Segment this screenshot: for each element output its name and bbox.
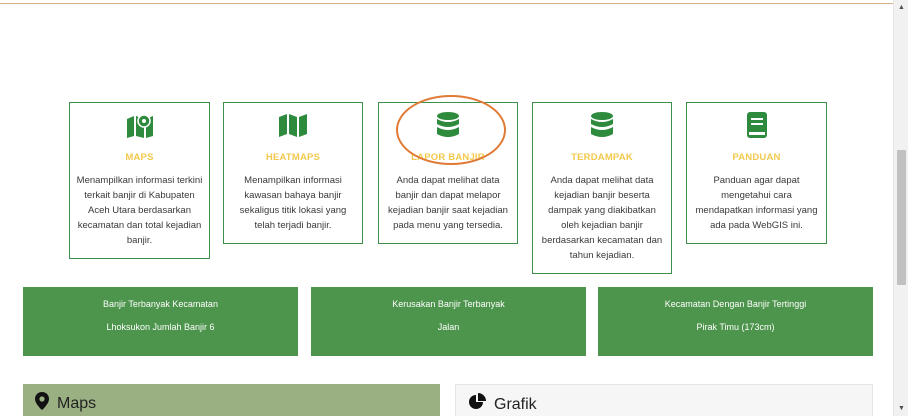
card-description: Anda dapat melihat data banjir dan dapat… [388,175,508,231]
annotation-circle [396,95,506,165]
map-marker-icon [35,392,49,415]
maps-panel-title: Maps [57,394,97,412]
scroll-thumb[interactable] [897,150,906,285]
card-description: Menampilkan informasi terkini terkait ba… [76,175,203,246]
stat-value: Jalan [437,322,460,332]
card-heatmaps[interactable]: HEATMAPS Menampilkan informasi kawasan b… [223,102,363,244]
grafik-panel-title: Grafik [494,395,537,413]
scroll-down-arrow-icon[interactable]: ▼ [894,401,908,416]
card-title: HEATMAPS [265,152,321,163]
card-description: Panduan agar dapat mengetahui cara menda… [695,175,818,231]
stat-label: Banjir Terbanyak Kecamatan [103,299,218,309]
stat-label: Kecamatan Dengan Banjir Tertinggi [664,299,807,309]
pie-chart-icon [468,393,486,416]
vertical-scrollbar[interactable]: ▲ ▼ [893,0,908,416]
grafik-panel-header: Grafik [455,384,873,416]
map-icon [224,111,362,139]
scroll-up-arrow-icon[interactable]: ▲ [894,0,908,15]
card-terdampak[interactable]: TERDAMPAK Anda dapat melihat data kejadi… [532,102,672,274]
stat-label: Kerusakan Banjir Terbanyak [392,299,505,309]
map-marker-icon [70,111,209,139]
card-title: PANDUAN [732,152,781,163]
card-description: Anda dapat melihat data kejadian banjir … [541,175,663,261]
book-icon [687,111,826,139]
card-title: TERDAMPAK [571,152,633,163]
card-maps[interactable]: MAPS Menampilkan informasi terkini terka… [69,102,210,259]
stat-kerusakan-banjir-terbanyak: Kerusakan Banjir Terbanyak Jalan [311,287,586,356]
stat-kecamatan-banjir-tertinggi: Kecamatan Dengan Banjir Tertinggi Pirak … [598,287,873,356]
top-border [0,0,893,4]
maps-panel-header: Maps [23,384,440,416]
card-title: MAPS [125,152,154,163]
stat-value: Pirak Timu (173cm) [696,322,775,332]
card-panduan[interactable]: PANDUAN Panduan agar dapat mengetahui ca… [686,102,827,244]
stat-value: Lhoksukon Jumlah Banjir 6 [106,322,215,332]
card-description: Menampilkan informasi kawasan bahaya ban… [239,175,347,231]
database-icon [533,111,671,139]
stat-banjir-terbanyak-kecamatan: Banjir Terbanyak Kecamatan Lhoksukon Jum… [23,287,298,356]
